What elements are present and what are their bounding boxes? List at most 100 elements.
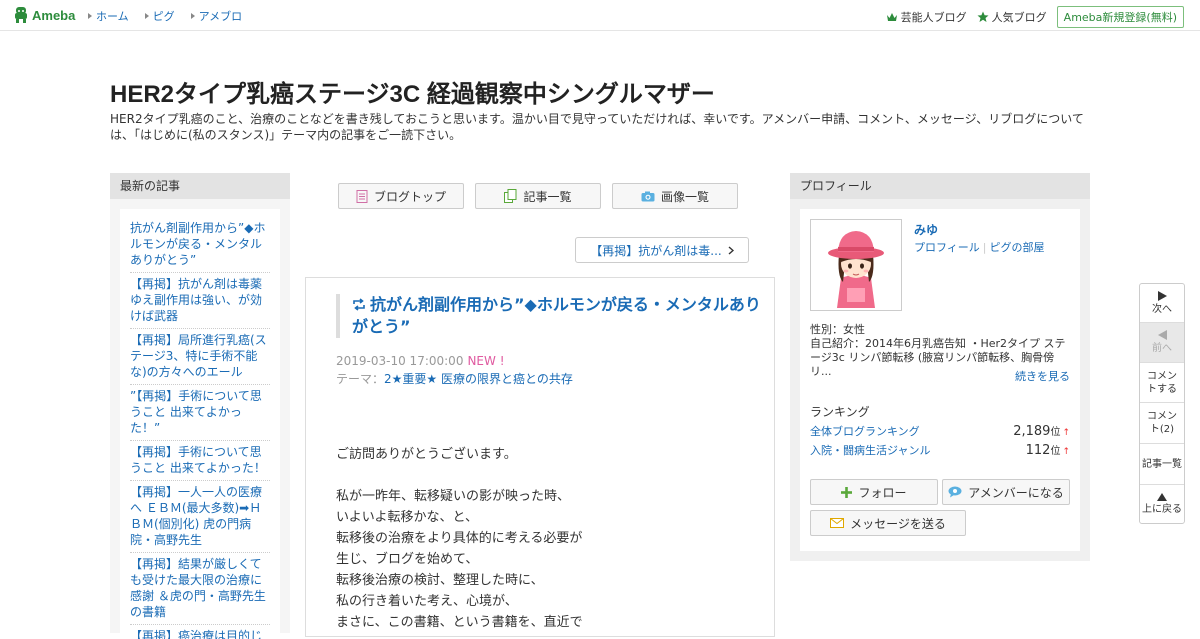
image-list-button[interactable]: 画像一覧 [612,183,738,209]
star-icon [977,11,989,22]
nav-ameblo[interactable]: アメブロ [190,8,243,24]
next-label: 次へ [1152,303,1172,315]
nav-pigg-label: ピグ [152,10,175,23]
article-list-float-button[interactable]: 記事一覧 [1140,444,1184,485]
comments-count-label: コメント(2) [1147,411,1177,435]
ranking-row: 入院・闘病生活ジャンル 112位 ↑ [810,442,1070,458]
body-line: ご訪問ありがとうございます。 [336,447,517,462]
recent-article-item[interactable]: 【再掲】癌治療は目的じゃない、自分らしく生き [130,625,270,639]
send-message-label: メッセージを送る [850,516,946,531]
recent-article-item[interactable]: 【再掲】局所進行乳癌(ステージ3、特に手術不能な)の方々へのエール [130,329,270,385]
comments-count-button[interactable]: コメント(2) [1140,403,1184,444]
recent-article-item[interactable]: 【再掲】結果が厳しくても受けた最大限の治療に感謝 ＆虎の門・高野先生の書籍 [130,553,270,625]
follow-button[interactable]: フォロー [810,479,938,505]
article: 抗がん剤副作用から”◆ホルモンが戻る・メンタルありがとう” 2019-03-10… [305,277,775,637]
profile-panel: プロフィール みゆ プロフィール | ピグの部屋 性別：女性 自己紹介：2014… [790,173,1090,561]
avatar[interactable] [810,219,902,311]
ranking-heading: ランキング [810,405,870,419]
camera-icon [641,191,655,201]
profile-link[interactable]: プロフィール [914,241,980,254]
ranking-label[interactable]: 全体ブログランキング [810,423,920,439]
comment-button[interactable]: コメントする [1140,363,1184,403]
article-list-label: 記事一覧 [523,189,572,204]
back-to-top-button[interactable]: 上に戻る [1140,485,1184,523]
body-line: 私が一昨年、転移疑いの影が映った時、 [336,489,571,504]
recent-articles-panel: 最新の記事 抗がん剤副作用から”◆ホルモンが戻る・メンタルありがとう” 【再掲】… [110,173,290,639]
new-badge: NEW ! [467,354,505,368]
ameba-logo[interactable]: Ameba [14,6,75,24]
ameba-logo-icon [14,7,28,23]
recent-article-item[interactable]: 抗がん剤副作用から”◆ホルモンが戻る・メンタルありがとう” [130,217,270,273]
nav-home[interactable]: ホーム [88,8,129,24]
body-line [336,465,746,486]
global-header: Ameba ホーム ピグ アメブロ 芸能人ブログ 人気ブログ Ameba新規登録… [0,0,1200,31]
next-button[interactable]: 次へ [1140,284,1184,323]
profile-gender: 性別：女性 [810,323,865,336]
amember-icon [948,486,962,498]
recent-article-item[interactable]: 【再掲】手術について思うこと 出来てよかった！ [130,441,270,481]
celebrity-blog-label: 芸能人ブログ [900,11,967,24]
ranking-unit: 位 [1050,446,1061,457]
triangle-right-icon [1157,290,1167,301]
profile-card: みゆ プロフィール | ピグの部屋 性別：女性 自己紹介：2014年6月乳癌告知 ・… [800,209,1080,551]
ranking-value-wrap: 112位 ↑ [1026,442,1070,458]
popular-blog-label: 人気ブログ [991,11,1047,24]
amember-button[interactable]: アメンバーになる [942,479,1070,505]
blog-top-button[interactable]: ブログトップ [338,183,464,209]
recent-article-item[interactable]: ”【再掲】手術について思うこと 出来てよかった！” [130,385,270,441]
envelope-icon [830,518,845,528]
recent-article-item[interactable]: 【再掲】一人一人の医療へ ＥＢＭ(最大多数)➡ＨＢＭ(個別化) 虎の門病院・高野… [130,481,270,553]
amember-label: アメンバーになる [968,485,1064,500]
register-button[interactable]: Ameba新規登録(無料) [1056,6,1184,28]
crown-icon [886,13,897,21]
floating-nav: 次へ 前へ コメントする コメント(2) 記事一覧 上に戻る [1139,283,1185,524]
body-line: 私の行き着いた考え、心境が、 [336,594,518,609]
article-list-button[interactable]: 記事一覧 [475,183,601,209]
prev-label: 前へ [1152,343,1172,354]
theme-label: テーマ： [336,372,385,386]
logo-text: Ameba [32,7,76,23]
profile-heading: プロフィール [790,173,1090,199]
popular-blog-link[interactable]: 人気ブログ [977,9,1047,25]
nav-pigg[interactable]: ピグ [144,8,175,24]
article-date: 2019-03-10 17:00:00 [336,354,464,368]
nav-ameblo-label: アメブロ [198,10,243,23]
article-list-float-label: 記事一覧 [1142,458,1182,470]
triangle-right-icon [88,13,92,19]
blog-nav-buttons: ブログトップ 記事一覧 画像一覧 [338,183,738,209]
article-title[interactable]: 抗がん剤副作用から”◆ホルモンが戻る・メンタルありがとう” [336,294,762,338]
back-to-top-label: 上に戻る [1142,503,1182,515]
triangle-right-icon [190,13,195,19]
body-line: 生じ、ブログを始めて、 [336,552,479,567]
ranking-unit: 位 [1050,427,1061,438]
reblog-icon [353,298,365,311]
triangle-left-icon [1157,330,1167,340]
copy-icon [504,189,517,203]
read-more-link[interactable]: 続きを見る [1015,368,1070,384]
previous-article-link[interactable]: 【再掲】抗がん剤は毒... [575,237,749,263]
ranking-label[interactable]: 入院・闘病生活ジャンル [810,442,930,458]
body-line: 転移後治療の検討、整理した時に、 [336,573,544,588]
document-icon [356,189,368,203]
send-message-button[interactable]: メッセージを送る [810,510,966,536]
theme-link[interactable]: 2★重要★ 医療の限界と癌との共存 [384,372,573,386]
blog-top-label: ブログトップ [373,189,446,204]
previous-article-label: 【再掲】抗がん剤は毒... [590,243,722,258]
image-list-label: 画像一覧 [660,189,709,204]
article-title-text: 抗がん剤副作用から”◆ホルモンが戻る・メンタルありがとう” [352,295,761,336]
nav-home-label: ホーム [96,10,129,23]
header-right: 芸能人ブログ 人気ブログ Ameba新規登録(無料) [886,6,1184,28]
separator: | [982,241,987,254]
profile-name[interactable]: みゆ [914,221,938,238]
celebrity-blog-link[interactable]: 芸能人ブログ [886,9,967,25]
ranking-row: 全体ブログランキング 2,189位 ↑ [810,423,1070,439]
plus-icon [841,486,853,498]
triangle-up-icon [1157,492,1167,501]
blog-title[interactable]: HER2タイプ乳癌ステージ3C 経過観察中シングルマザー [110,74,715,109]
prev-button: 前へ [1140,323,1184,363]
pigg-room-link[interactable]: ピグの部屋 [990,241,1045,254]
global-nav: ホーム ピグ アメブロ [88,8,242,24]
recent-article-item[interactable]: 【再掲】抗がん剤は毒薬ゆえ副作用は強い、が効けば武器 [130,273,270,329]
recent-articles-list: 抗がん剤副作用から”◆ホルモンが戻る・メンタルありがとう” 【再掲】抗がん剤は毒… [120,209,280,639]
ranking-value: 2,189 [1013,424,1051,439]
